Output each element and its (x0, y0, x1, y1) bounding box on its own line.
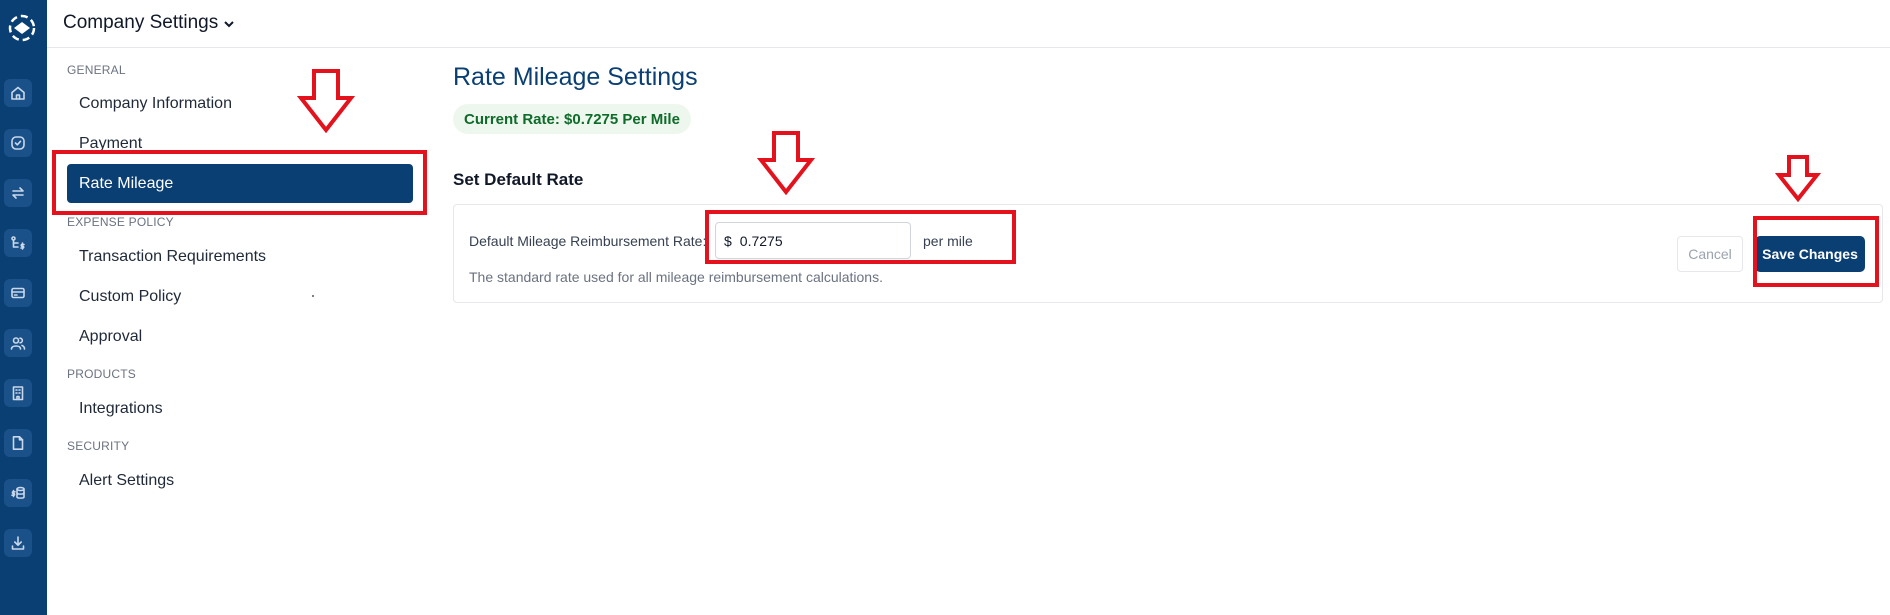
default-rate-card (453, 204, 1883, 303)
sidebar-item-company-information[interactable]: Company Information (79, 95, 232, 113)
cancel-button[interactable]: Cancel (1677, 236, 1743, 272)
rail-documents-button[interactable] (4, 429, 32, 457)
transfer-icon (12, 187, 24, 199)
annotation-box-rate-mileage (52, 150, 427, 215)
sidebar-item-approval[interactable]: Approval (79, 328, 142, 346)
annotation-arrow-down-icon (1775, 155, 1821, 202)
company-settings-dropdown[interactable]: Company Settings (63, 12, 236, 34)
page-title: Rate Mileage Settings (453, 63, 698, 91)
stray-dot (312, 295, 314, 297)
rail-users-button[interactable] (4, 329, 32, 357)
rail-transactions-button[interactable] (4, 179, 32, 207)
route-dollar-icon (11, 236, 25, 250)
dollar-stack-icon (11, 486, 25, 499)
rail-cards-button[interactable] (4, 279, 32, 307)
sidebar-item-transaction-requirements[interactable]: Transaction Requirements (79, 248, 266, 266)
building-icon (12, 386, 24, 401)
rail-billing-button[interactable] (4, 479, 32, 507)
app-rail (0, 0, 47, 615)
section-label-products: PRODUCTS (67, 367, 136, 381)
header-title: Company Settings (63, 12, 219, 33)
section-label-security: SECURITY (67, 439, 130, 453)
rail-tasks-button[interactable] (4, 129, 32, 157)
logo-icon (8, 14, 36, 42)
sidebar-item-integrations[interactable]: Integrations (79, 400, 163, 418)
users-icon (10, 337, 26, 350)
annotation-box-save-button (1753, 216, 1879, 287)
rail-home-button[interactable] (4, 79, 32, 107)
rail-mileage-button[interactable] (4, 229, 32, 257)
rate-helper-text: The standard rate used for all mileage r… (469, 269, 883, 285)
check-circle-icon (11, 136, 25, 150)
section-label-expense-policy: EXPENSE POLICY (67, 215, 174, 229)
current-rate-badge: Current Rate: $0.7275 Per Mile (453, 104, 691, 134)
top-header: Company Settings (47, 0, 1890, 48)
section-title: Set Default Rate (453, 170, 584, 189)
rail-export-button[interactable] (4, 529, 32, 557)
home-icon (11, 86, 25, 100)
sidebar-item-alert-settings[interactable]: Alert Settings (79, 472, 174, 490)
sidebar-item-custom-policy[interactable]: Custom Policy (79, 288, 181, 306)
chevron-down-icon (224, 21, 234, 28)
annotation-box-rate-input (705, 210, 1016, 264)
document-icon (12, 436, 24, 450)
annotation-arrow-down-icon (296, 69, 356, 134)
rail-company-button[interactable] (4, 379, 32, 407)
annotation-arrow-down-icon (756, 131, 816, 196)
download-icon (11, 536, 25, 550)
app-logo[interactable] (3, 9, 41, 47)
section-label-general: GENERAL (67, 63, 126, 77)
rate-field-label: Default Mileage Reimbursement Rate: (469, 233, 707, 249)
card-icon (11, 287, 25, 299)
